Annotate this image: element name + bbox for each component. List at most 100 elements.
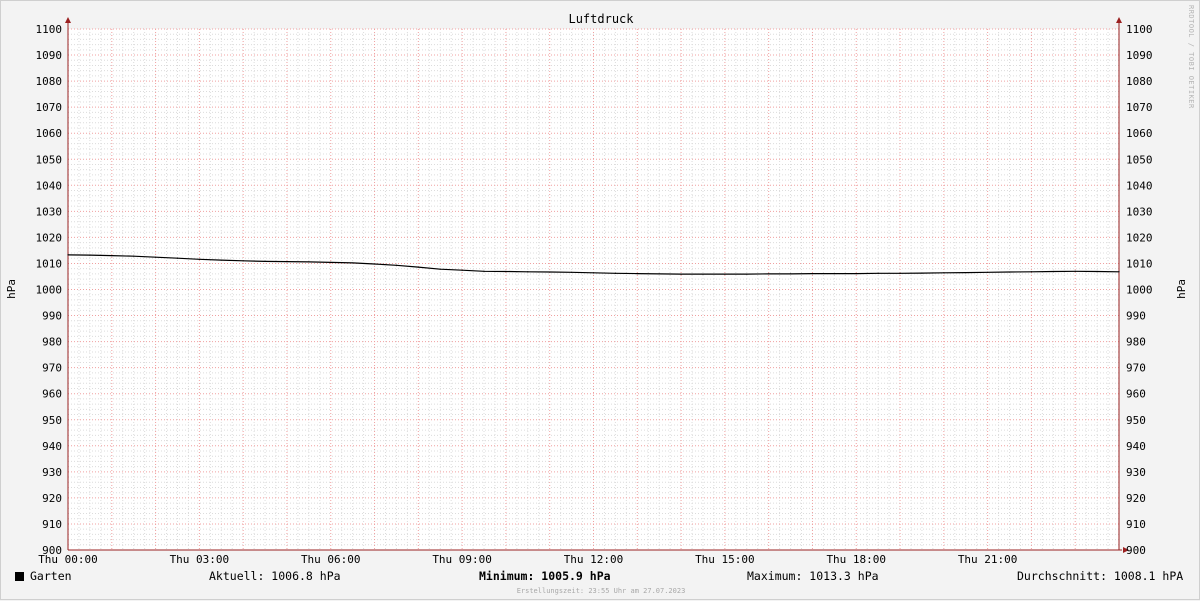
y-axis-label-left: hPa xyxy=(5,279,18,299)
y-tick-label-left: 1040 xyxy=(36,179,63,192)
data-point xyxy=(833,273,835,275)
y-tick-label-right: 900 xyxy=(1126,544,1146,557)
legend-average: Durchschnitt: 1008.1 hPA xyxy=(1017,569,1184,583)
data-point xyxy=(921,272,923,274)
data-point xyxy=(724,273,726,275)
data-point xyxy=(549,271,551,273)
data-point xyxy=(67,254,69,256)
data-point xyxy=(154,256,157,258)
y-tick-label-left: 1060 xyxy=(36,127,63,140)
y-tick-label-left: 1050 xyxy=(36,153,63,166)
data-point xyxy=(1118,271,1120,273)
data-point xyxy=(483,270,485,272)
x-tick-label: Thu 09:00 xyxy=(432,553,492,566)
y-tick-label-right: 910 xyxy=(1126,518,1146,531)
x-tick-label: Thu 15:00 xyxy=(695,553,755,566)
data-point xyxy=(133,255,135,257)
y-tick-label-right: 1050 xyxy=(1126,153,1153,166)
y-tick-label-right: 970 xyxy=(1126,362,1146,375)
y-tick-label-left: 940 xyxy=(42,440,62,453)
chart-frame: 900 900 910 910 920 920 930 930 940 940 950 950 960 9… xyxy=(0,0,1200,600)
data-point xyxy=(176,257,179,259)
y-tick-label-left: 910 xyxy=(42,518,62,531)
data-point xyxy=(592,272,595,274)
legend-row: Garten Aktuell: 1006.8 hPa Minimum: 1005… xyxy=(1,569,1200,585)
data-point xyxy=(855,273,857,275)
y-tick-label-left: 970 xyxy=(42,362,62,375)
data-point xyxy=(1008,271,1011,273)
y-tick-label-right: 1030 xyxy=(1126,205,1153,218)
data-point xyxy=(461,269,463,271)
y-tick-label-right: 940 xyxy=(1126,440,1146,453)
x-tick-label: Thu 12:00 xyxy=(564,553,624,566)
data-point xyxy=(1096,270,1098,273)
chart-title: Luftdruck xyxy=(568,12,634,26)
data-point xyxy=(1030,271,1033,273)
data-point xyxy=(614,272,616,274)
pressure-chart: 900 900910 910920 920930 930940 940950 950960 9… xyxy=(36,17,1153,566)
x-tick-label: Thu 18:00 xyxy=(826,553,886,566)
y-tick-label-right: 950 xyxy=(1126,414,1146,427)
y-tick-label-right: 1090 xyxy=(1126,49,1153,62)
y-tick-label-right: 960 xyxy=(1126,388,1146,401)
legend-minimum: Minimum: 1005.9 hPa xyxy=(479,569,611,583)
y-tick-label-left: 1010 xyxy=(36,257,63,270)
data-point xyxy=(395,264,398,266)
data-point xyxy=(439,268,441,270)
data-point xyxy=(811,273,814,275)
y-tick-label-right: 1010 xyxy=(1126,257,1153,270)
legend-maximum: Maximum: 1013.3 hPa xyxy=(747,569,879,583)
y-tick-label-left: 980 xyxy=(42,336,62,349)
y-tick-label-left: 930 xyxy=(42,466,62,479)
data-point xyxy=(899,272,901,274)
data-point xyxy=(330,261,332,264)
y-tick-label-right: 1020 xyxy=(1126,231,1153,244)
y-tick-label-right: 1060 xyxy=(1126,127,1153,140)
data-point xyxy=(373,263,376,265)
y-tick-label-left: 1090 xyxy=(36,49,63,62)
data-point xyxy=(571,271,573,273)
x-tick-label: Thu 06:00 xyxy=(301,553,361,566)
data-point xyxy=(220,259,222,261)
legend-swatch xyxy=(15,572,24,581)
y-tick-label-left: 920 xyxy=(42,492,62,505)
data-point xyxy=(527,271,529,273)
legend-series: Garten xyxy=(15,569,72,583)
data-point xyxy=(1052,270,1054,273)
y-tick-label-left: 950 xyxy=(42,414,62,427)
x-tick-label: Thu 21:00 xyxy=(958,553,1018,566)
data-point xyxy=(198,258,200,260)
data-point xyxy=(987,271,989,273)
data-point xyxy=(308,261,310,263)
y-tick-label-left: 1080 xyxy=(36,75,63,88)
y-tick-label-left: 990 xyxy=(42,310,62,323)
data-point xyxy=(877,272,879,274)
data-point xyxy=(111,255,113,257)
data-point xyxy=(264,260,266,262)
y-tick-label-right: 990 xyxy=(1126,310,1146,323)
legend-current: Aktuell: 1006.8 hPa xyxy=(209,569,341,583)
rrdtool-credit: RRDTOOL / TOBI OETIKER xyxy=(1187,5,1195,109)
y-tick-label-right: 1070 xyxy=(1126,101,1153,114)
x-tick-label: Thu 03:00 xyxy=(170,553,230,566)
y-axis-label-right: hPa xyxy=(1175,279,1188,299)
data-point xyxy=(943,272,945,274)
y-tick-label-left: 1070 xyxy=(36,101,63,114)
y-tick-label-left: 1020 xyxy=(36,231,63,244)
data-point xyxy=(505,270,507,273)
data-point xyxy=(242,260,244,262)
y-tick-label-right: 920 xyxy=(1126,492,1146,505)
data-point xyxy=(89,254,91,256)
y-tick-label-right: 1080 xyxy=(1126,75,1153,88)
data-point xyxy=(746,273,748,275)
data-point xyxy=(789,273,792,275)
data-point xyxy=(1074,270,1076,272)
legend-series-label: Garten xyxy=(30,569,72,583)
y-tick-label-left: 1030 xyxy=(36,205,63,218)
y-tick-label-right: 1000 xyxy=(1126,284,1153,297)
data-point xyxy=(286,261,288,263)
data-point xyxy=(417,266,419,268)
creation-timestamp: Erstellungszeit: 23:55 Uhr am 27.07.2023 xyxy=(516,587,686,595)
y-tick-label-left: 1000 xyxy=(36,284,63,297)
data-point xyxy=(768,273,770,275)
